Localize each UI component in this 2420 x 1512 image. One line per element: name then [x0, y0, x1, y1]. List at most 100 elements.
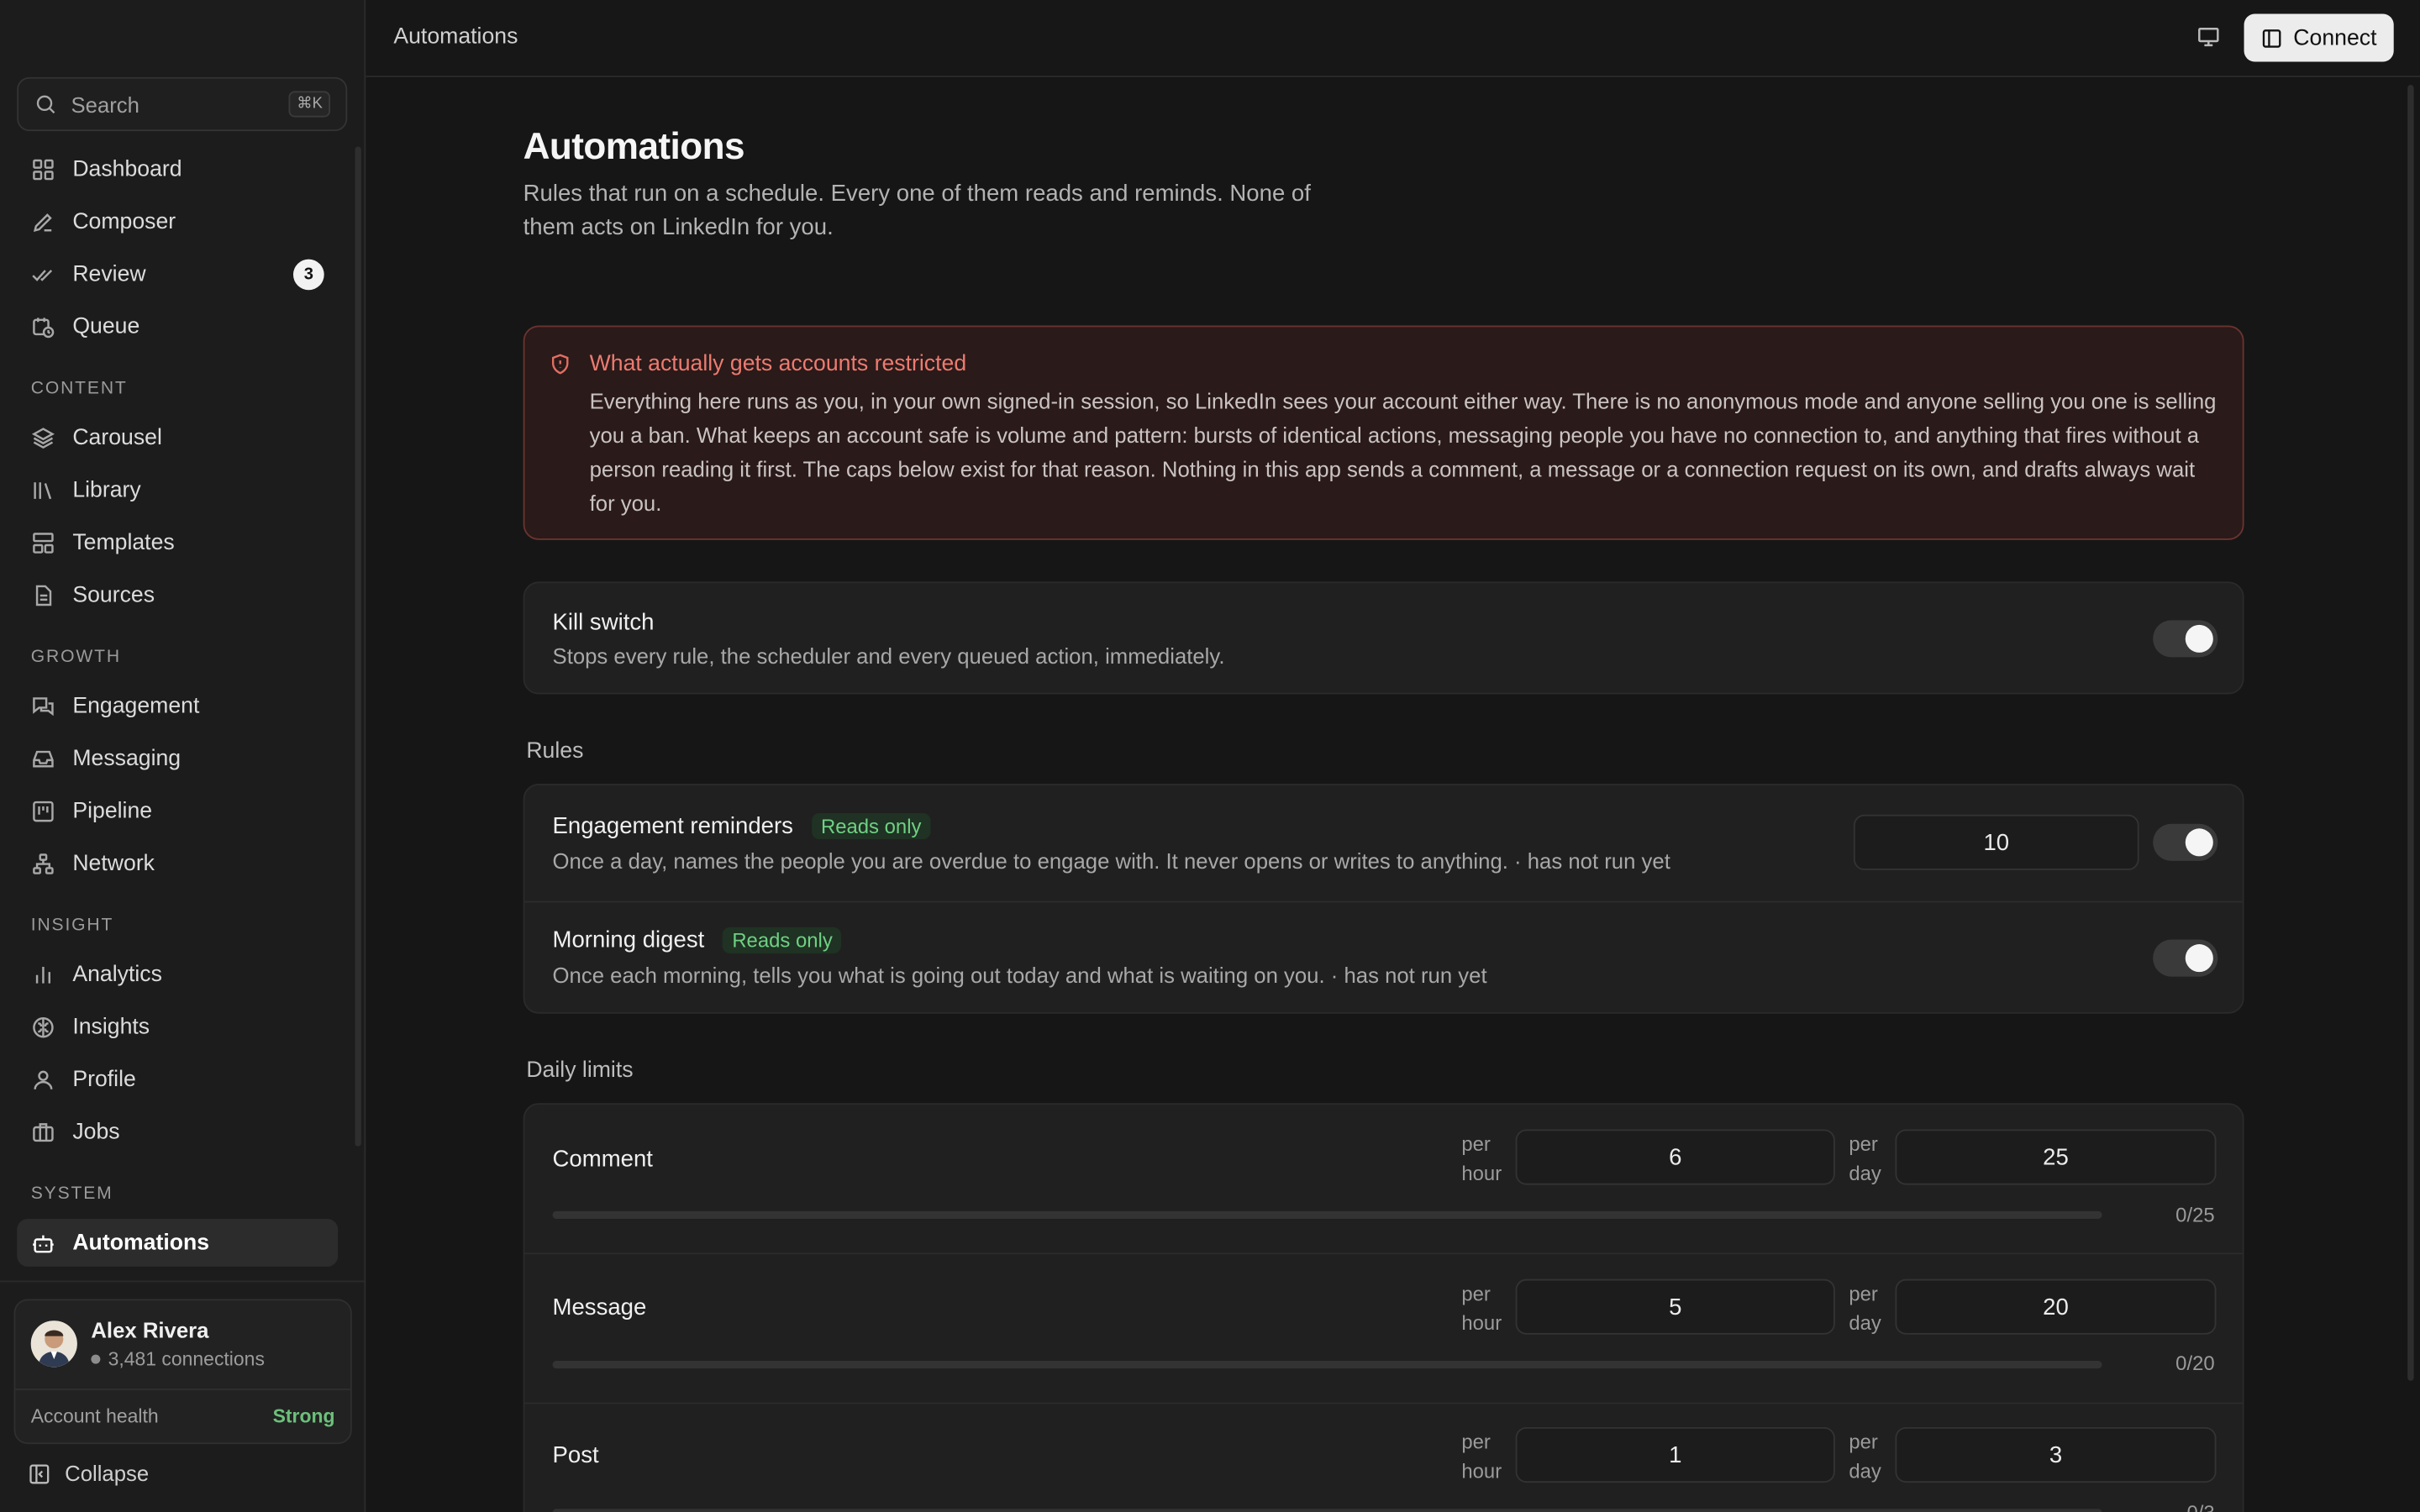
bar-chart-icon: [31, 962, 55, 986]
monitor-icon[interactable]: [2196, 24, 2221, 49]
limit-name: Comment: [552, 1146, 653, 1173]
engagement-reminders-toggle[interactable]: [2153, 823, 2218, 861]
reads-only-badge: Reads only: [723, 927, 842, 954]
usage-count: 0/25: [2175, 1203, 2215, 1227]
sidebar-item-profile[interactable]: Profile: [17, 1055, 338, 1103]
user-icon: [31, 1067, 55, 1091]
account-health-value: Strong: [272, 1405, 335, 1427]
sidebar-item-label: Library: [72, 477, 141, 502]
daily-limits-label: Daily limits: [526, 1058, 634, 1084]
sidebar-item-label: Dashboard: [72, 156, 182, 181]
usage-count: 0/20: [2175, 1351, 2215, 1375]
sidebar-item-pipeline[interactable]: Pipeline: [17, 787, 338, 835]
account-health-label: Account health: [30, 1405, 159, 1427]
grid-icon: [31, 156, 55, 181]
rule-name: Engagement reminders: [552, 812, 793, 840]
sidebar-item-engagement[interactable]: Engagement: [17, 682, 338, 730]
sidebar-item-label: Carousel: [72, 425, 162, 450]
rule-name: Morning digest: [552, 927, 705, 954]
sidebar-item-jobs[interactable]: Jobs: [17, 1108, 338, 1156]
morning-digest-toggle[interactable]: [2153, 939, 2218, 977]
per-day-label: per day: [1849, 1282, 1881, 1335]
collapse-button[interactable]: Collapse: [28, 1461, 149, 1486]
review-count-badge: 3: [292, 259, 324, 291]
sidebar-item-carousel[interactable]: Carousel: [17, 413, 338, 461]
daily-limits-card: Comment per hour 6 per day 25 0/25 Message…: [523, 1103, 2244, 1512]
sidebar-item-queue[interactable]: Queue: [17, 302, 338, 350]
sidebar-item-analytics[interactable]: Analytics: [17, 950, 338, 998]
per-hour-label: per hour: [1461, 1132, 1502, 1185]
sidebar-item-label: Messaging: [72, 746, 182, 771]
per-hour-label: per hour: [1461, 1430, 1502, 1483]
sidebar-item-label: Analytics: [72, 962, 162, 987]
post-per-day-input[interactable]: 3: [1895, 1426, 2217, 1483]
usage-bar: [552, 1509, 2102, 1512]
rule-title: Engagement reminders Reads only: [552, 812, 931, 840]
warning-title: What actually gets accounts restricted: [589, 351, 967, 377]
connect-label: Connect: [2293, 25, 2377, 50]
section-growth: GROWTH: [30, 648, 121, 667]
sidebar-scrollbar[interactable]: [355, 146, 361, 1147]
limit-name: Post: [552, 1442, 599, 1469]
file-icon: [31, 582, 55, 606]
sidebar-item-templates[interactable]: Templates: [17, 518, 338, 566]
sidebar-item-sources[interactable]: Sources: [17, 571, 338, 619]
user-card[interactable]: Alex Rivera 3,481 connections Account he…: [13, 1299, 352, 1445]
sidebar-item-automations[interactable]: Automations: [17, 1218, 339, 1267]
panel-icon: [2261, 27, 2283, 49]
calendar-clock-icon: [31, 314, 55, 339]
user-connections: 3,481 connections: [91, 1348, 265, 1370]
limit-name: Message: [552, 1294, 647, 1321]
rule-desc: Once a day, names the people you are ove…: [552, 848, 1670, 874]
usage-count: 0/3: [2186, 1501, 2214, 1512]
message-per-day-input[interactable]: 20: [1895, 1278, 2217, 1335]
toggle-knob: [2185, 828, 2213, 857]
chat-icon: [31, 694, 55, 718]
per-day-label: per day: [1849, 1132, 1881, 1185]
rules-label: Rules: [526, 738, 584, 764]
breadcrumb: Automations: [393, 24, 518, 50]
sidebar-item-review[interactable]: Review 3: [17, 250, 338, 298]
sidebar-item-messaging[interactable]: Messaging: [17, 734, 338, 782]
message-per-hour-input[interactable]: 5: [1515, 1278, 1835, 1335]
warning-body: Everything here runs as you, in your own…: [589, 388, 2217, 516]
briefcase-icon: [31, 1120, 55, 1144]
layers-icon: [31, 425, 55, 449]
usage-bar: [552, 1210, 2102, 1219]
usage-bar: [552, 1360, 2102, 1369]
kill-switch-card: Kill switch Stops every rule, the schedu…: [523, 581, 2244, 695]
sidebar-item-insights[interactable]: Insights: [17, 1003, 338, 1051]
sidebar-item-label: Templates: [72, 529, 175, 555]
search-input[interactable]: Search ⌘K: [17, 76, 348, 132]
comment-per-hour-input[interactable]: 6: [1515, 1129, 1835, 1185]
user-card-divider: [15, 1389, 350, 1390]
main-scrollbar[interactable]: [2407, 85, 2414, 1381]
bot-icon: [31, 1231, 55, 1255]
kill-switch-title: Kill switch: [552, 609, 655, 636]
limits-divider: [524, 1252, 2243, 1255]
sidebar: Search ⌘K Dashboard Composer Review 3 Qu…: [0, 0, 366, 1512]
library-icon: [31, 477, 55, 501]
shield-alert-icon: [550, 354, 571, 375]
template-icon: [31, 530, 55, 554]
sidebar-item-library[interactable]: Library: [17, 466, 338, 514]
per-hour-label: per hour: [1461, 1282, 1502, 1335]
sidebar-item-composer[interactable]: Composer: [17, 197, 338, 245]
sidebar-item-network[interactable]: Network: [17, 839, 338, 887]
status-dot: [91, 1354, 101, 1364]
kill-switch-toggle[interactable]: [2153, 620, 2218, 658]
engagement-reminders-input[interactable]: 10: [1853, 814, 2139, 870]
sidebar-item-label: Composer: [72, 208, 176, 234]
kanban-icon: [31, 798, 55, 822]
brain-icon: [31, 1015, 55, 1039]
sidebar-item-dashboard[interactable]: Dashboard: [17, 145, 338, 193]
connect-button[interactable]: Connect: [2244, 13, 2394, 62]
sidebar-item-label: Queue: [72, 313, 140, 339]
post-per-hour-input[interactable]: 1: [1515, 1426, 1835, 1483]
rules-card: Engagement reminders Reads only Once a da…: [523, 784, 2244, 1014]
inbox-icon: [31, 746, 55, 770]
top-bar: Automations Connect: [366, 0, 2420, 77]
sidebar-item-label: Jobs: [72, 1119, 120, 1144]
collapse-icon: [28, 1462, 51, 1485]
comment-per-day-input[interactable]: 25: [1895, 1129, 2217, 1185]
